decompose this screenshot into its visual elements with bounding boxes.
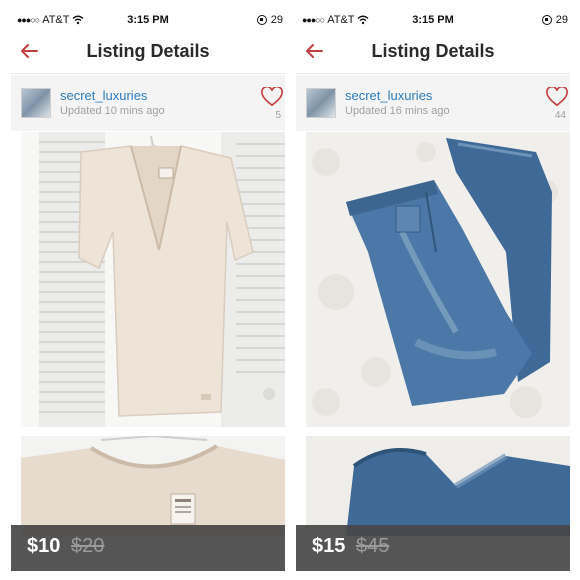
status-time: 3:15 PM — [127, 14, 169, 26]
price-bar: $10 $20 — [11, 525, 285, 571]
heart-icon[interactable] — [261, 87, 283, 107]
updated-timestamp: Updated 10 mins ago — [60, 105, 165, 117]
listing-photo-main[interactable] — [21, 132, 285, 427]
listing-screen-right: ●●●○○ AT&T 3:15 PM 29 Listing Details se… — [296, 11, 570, 571]
page-title: Listing Details — [371, 41, 495, 61]
jeans-photo — [306, 132, 570, 427]
seller-name-link[interactable]: secret_luxuries — [60, 88, 147, 103]
avatar[interactable] — [21, 88, 51, 118]
original-price: $20 — [71, 535, 105, 557]
status-time: 3:15 PM — [412, 14, 454, 26]
heart-icon[interactable] — [546, 87, 568, 107]
nav-bar: Listing Details — [296, 31, 570, 74]
status-bar: ●●●○○ AT&T 3:15 PM 29 — [296, 11, 570, 31]
tshirt-collar-photo — [21, 436, 285, 536]
price-bar: $15 $45 — [296, 525, 570, 571]
updated-timestamp: Updated 16 mins ago — [345, 105, 450, 117]
status-bar: ●●●○○ AT&T 3:15 PM 29 — [11, 11, 285, 31]
original-price: $45 — [356, 535, 390, 557]
tshirt-photo — [21, 132, 285, 427]
rotation-lock-icon — [541, 15, 552, 25]
rotation-lock-icon — [256, 15, 267, 25]
seller-row[interactable]: secret_luxuries Updated 16 mins ago 44 — [296, 75, 570, 131]
battery-label: 29 — [555, 14, 568, 26]
listing-photo-main[interactable] — [306, 132, 570, 427]
current-price: $15 — [312, 535, 346, 557]
avatar[interactable] — [306, 88, 336, 118]
seller-name-link[interactable]: secret_luxuries — [345, 88, 432, 103]
listing-photo-thumbnail[interactable] — [306, 436, 570, 536]
seller-row[interactable]: secret_luxuries Updated 10 mins ago 5 — [11, 75, 285, 131]
current-price: $10 — [27, 535, 61, 557]
listing-screen-left: ●●●○○ AT&T 3:15 PM 29 Listing Details se… — [11, 11, 285, 571]
listing-photo-thumbnail[interactable] — [21, 436, 285, 536]
like-count: 5 — [275, 110, 281, 121]
page-title: Listing Details — [86, 41, 210, 61]
jeans-cuff-photo — [306, 436, 570, 536]
battery-label: 29 — [270, 14, 283, 26]
like-count: 44 — [554, 110, 566, 121]
nav-bar: Listing Details — [11, 31, 285, 74]
